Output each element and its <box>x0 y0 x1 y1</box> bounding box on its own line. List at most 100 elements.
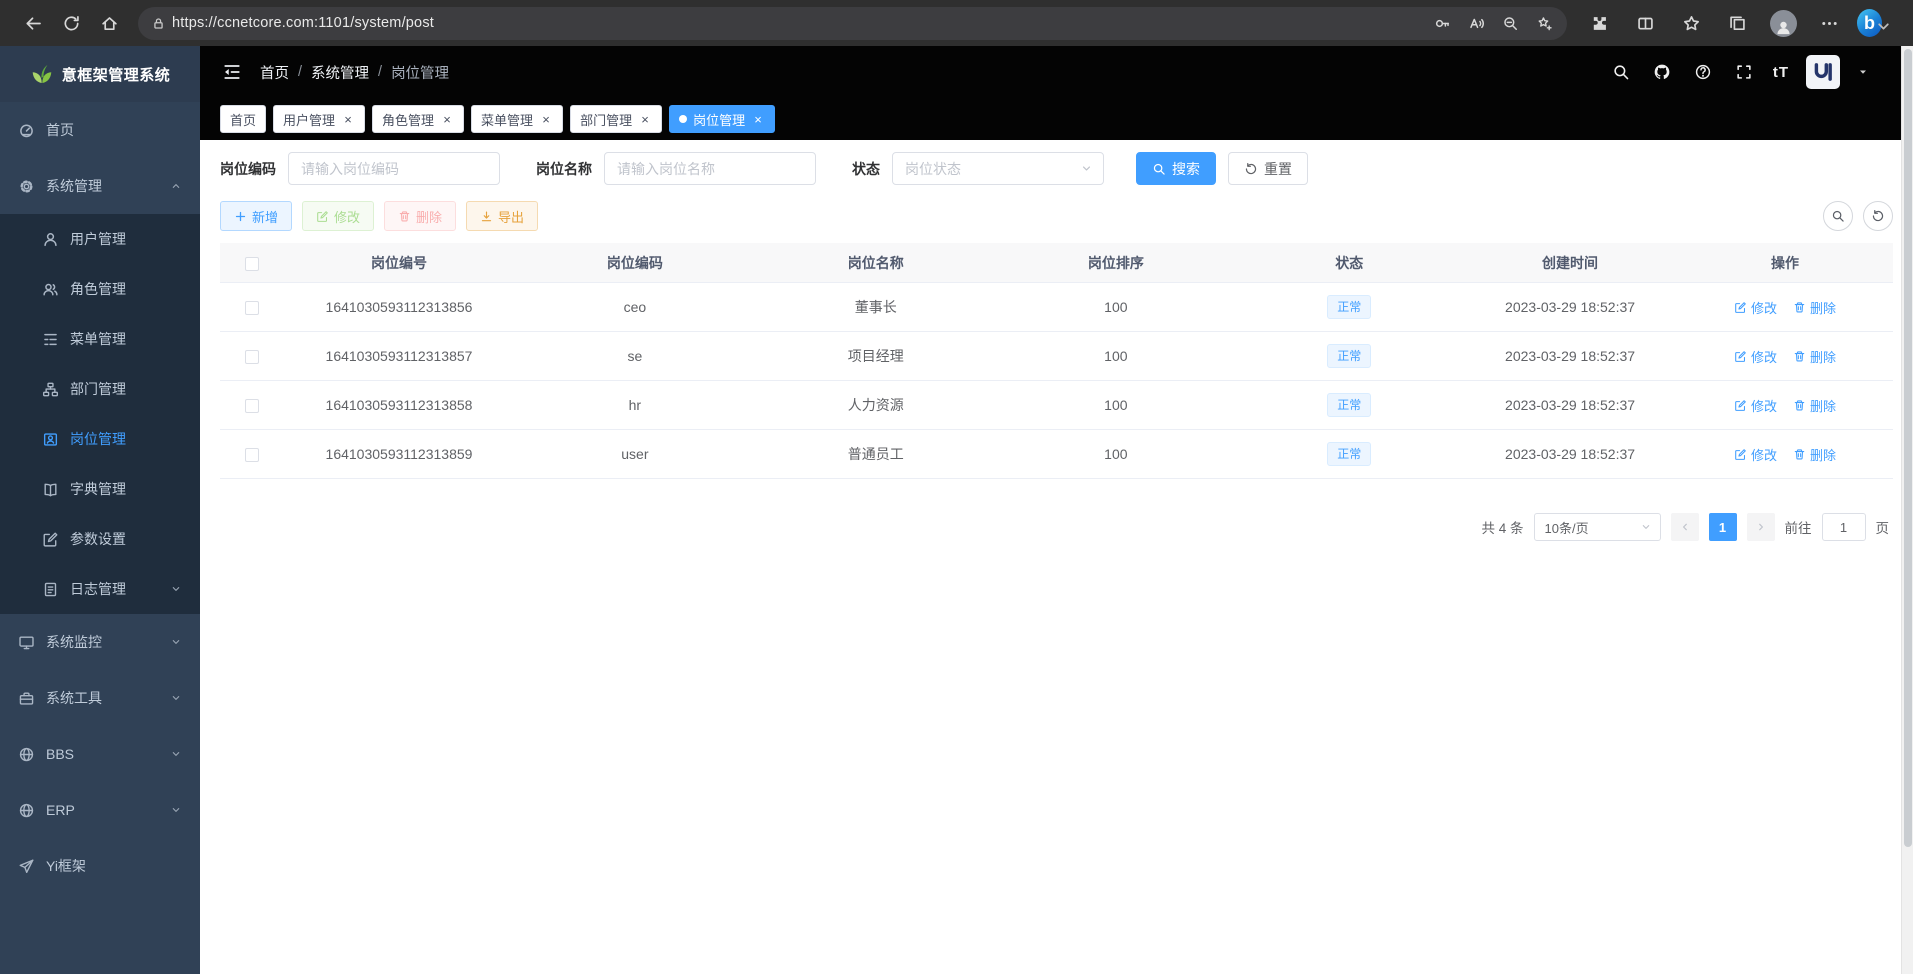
chevron-down-icon[interactable] <box>1857 66 1869 78</box>
sidebar-item-bbs[interactable]: BBS <box>0 726 200 782</box>
sidebar-item-dict-mgmt[interactable]: 字典管理 <box>0 464 200 514</box>
monitor-icon <box>18 634 35 651</box>
tab-close-icon[interactable]: × <box>539 112 553 126</box>
pagination-page-1[interactable]: 1 <box>1709 513 1737 541</box>
tab-close-icon[interactable]: × <box>638 112 652 126</box>
scrollbar-thumb[interactable] <box>1904 49 1912 847</box>
sidebar-item-yi-framework[interactable]: Yi框架 <box>0 838 200 894</box>
tab-user-mgmt[interactable]: 用户管理 × <box>273 105 365 133</box>
post-sort-cell: 100 <box>996 348 1235 364</box>
row-checkbox[interactable] <box>245 399 259 413</box>
row-delete-button[interactable]: 删除 <box>1793 396 1836 415</box>
created-time-cell: 2023-03-29 18:52:37 <box>1463 348 1677 364</box>
edit-button[interactable]: 修改 <box>302 201 374 231</box>
address-bar[interactable]: https://ccnetcore.com:1101/system/post <box>138 7 1567 40</box>
row-edit-button[interactable]: 修改 <box>1734 445 1777 464</box>
browser-profile-button[interactable] <box>1765 6 1801 40</box>
sidebar-toggle-icon[interactable] <box>222 62 242 82</box>
zoom-out-icon <box>1502 15 1519 32</box>
github-link[interactable] <box>1650 60 1674 84</box>
browser-refresh-button[interactable] <box>52 6 90 40</box>
created-time-cell: 2023-03-29 18:52:37 <box>1463 446 1677 462</box>
tab-close-icon[interactable]: × <box>440 112 454 126</box>
post-table: 岗位编号 岗位编码 岗位名称 岗位排序 状态 创建时间 操作 164103059… <box>220 243 1893 479</box>
row-checkbox[interactable] <box>245 350 259 364</box>
sidebar-item-system-monitor[interactable]: 系统监控 <box>0 614 200 670</box>
tab-close-icon[interactable]: × <box>751 112 765 126</box>
reset-button[interactable]: 重置 <box>1228 152 1308 185</box>
send-icon <box>18 858 35 875</box>
status-select[interactable]: 岗位状态 <box>892 152 1104 185</box>
back-icon <box>24 14 43 33</box>
post-code-input[interactable] <box>288 152 500 185</box>
browser-menu-button[interactable] <box>1811 6 1847 40</box>
row-edit-button[interactable]: 修改 <box>1734 347 1777 366</box>
collections-button[interactable] <box>1719 6 1755 40</box>
export-button[interactable]: 导出 <box>466 201 538 231</box>
zoom-button[interactable] <box>1495 9 1525 37</box>
sidebar-item-home[interactable]: 首页 <box>0 102 200 158</box>
row-checkbox[interactable] <box>245 301 259 315</box>
sidebar-item-role-mgmt[interactable]: 角色管理 <box>0 264 200 314</box>
dictionary-icon <box>42 481 59 498</box>
tab-role-mgmt[interactable]: 角色管理 × <box>372 105 464 133</box>
url-text: https://ccnetcore.com:1101/system/post <box>172 15 1427 31</box>
breadcrumb-section[interactable]: 系统管理 <box>311 62 369 83</box>
bing-chat-button[interactable]: b <box>1857 6 1893 40</box>
sidebar-item-erp[interactable]: ERP <box>0 782 200 838</box>
sidebar-item-system-tools[interactable]: 系统工具 <box>0 670 200 726</box>
fullscreen-button[interactable] <box>1732 60 1756 84</box>
tab-menu-mgmt[interactable]: 菜单管理 × <box>471 105 563 133</box>
column-header: 状态 <box>1235 253 1463 273</box>
sidebar-item-system-mgmt[interactable]: 系统管理 <box>0 158 200 214</box>
password-manager-button[interactable] <box>1427 9 1457 37</box>
edit-icon <box>42 531 59 548</box>
select-all-checkbox[interactable] <box>245 257 259 271</box>
extensions-button[interactable] <box>1581 6 1617 40</box>
page-size-select[interactable]: 10条/页 <box>1534 513 1661 541</box>
sidebar-item-menu-mgmt[interactable]: 菜单管理 <box>0 314 200 364</box>
toggle-search-button[interactable] <box>1823 201 1853 231</box>
user-avatar[interactable] <box>1806 55 1840 89</box>
delete-button[interactable]: 删除 <box>384 201 456 231</box>
sidebar-item-dept-mgmt[interactable]: 部门管理 <box>0 364 200 414</box>
search-icon <box>1152 162 1166 176</box>
pagination-next-button[interactable] <box>1747 513 1775 541</box>
app-logo[interactable]: 意框架管理系统 <box>0 46 200 102</box>
help-button[interactable] <box>1691 60 1715 84</box>
split-screen-button[interactable] <box>1627 6 1663 40</box>
sidebar-item-param-settings[interactable]: 参数设置 <box>0 514 200 564</box>
row-delete-button[interactable]: 删除 <box>1793 347 1836 366</box>
user-icon <box>42 231 59 248</box>
tab-dept-mgmt[interactable]: 部门管理 × <box>570 105 662 133</box>
tab-close-icon[interactable]: × <box>341 112 355 126</box>
browser-back-button[interactable] <box>14 6 52 40</box>
browser-home-button[interactable] <box>90 6 128 40</box>
favorites-button[interactable] <box>1673 6 1709 40</box>
sidebar-item-log-mgmt[interactable]: 日志管理 <box>0 564 200 614</box>
sidebar-item-post-mgmt[interactable]: 岗位管理 <box>0 414 200 464</box>
site-security-button[interactable] <box>144 9 172 37</box>
tab-post-mgmt[interactable]: 岗位管理 × <box>669 105 775 133</box>
tab-home[interactable]: 首页 <box>220 105 266 133</box>
row-delete-button[interactable]: 删除 <box>1793 445 1836 464</box>
add-button[interactable]: 新增 <box>220 201 292 231</box>
row-edit-button[interactable]: 修改 <box>1734 396 1777 415</box>
goto-page-input[interactable] <box>1822 513 1866 541</box>
row-checkbox[interactable] <box>245 448 259 462</box>
pagination-prev-button[interactable] <box>1671 513 1699 541</box>
row-edit-button[interactable]: 修改 <box>1734 298 1777 317</box>
refresh-table-button[interactable] <box>1863 201 1893 231</box>
row-delete-button[interactable]: 删除 <box>1793 298 1836 317</box>
font-size-button[interactable]: tT <box>1773 64 1789 81</box>
search-button[interactable]: 搜索 <box>1136 152 1216 185</box>
scrollbar-track[interactable] <box>1901 46 1913 974</box>
table-row: 1641030593112313858 hr 人力资源 100 正常 2023-… <box>220 381 1893 430</box>
add-favorite-button[interactable] <box>1529 9 1559 37</box>
sidebar-item-user-mgmt[interactable]: 用户管理 <box>0 214 200 264</box>
breadcrumb-home[interactable]: 首页 <box>260 62 289 83</box>
read-aloud-button[interactable] <box>1461 9 1491 37</box>
browser-toolbar: https://ccnetcore.com:1101/system/post b <box>0 0 1913 46</box>
post-name-input[interactable] <box>604 152 816 185</box>
header-search-button[interactable] <box>1609 60 1633 84</box>
